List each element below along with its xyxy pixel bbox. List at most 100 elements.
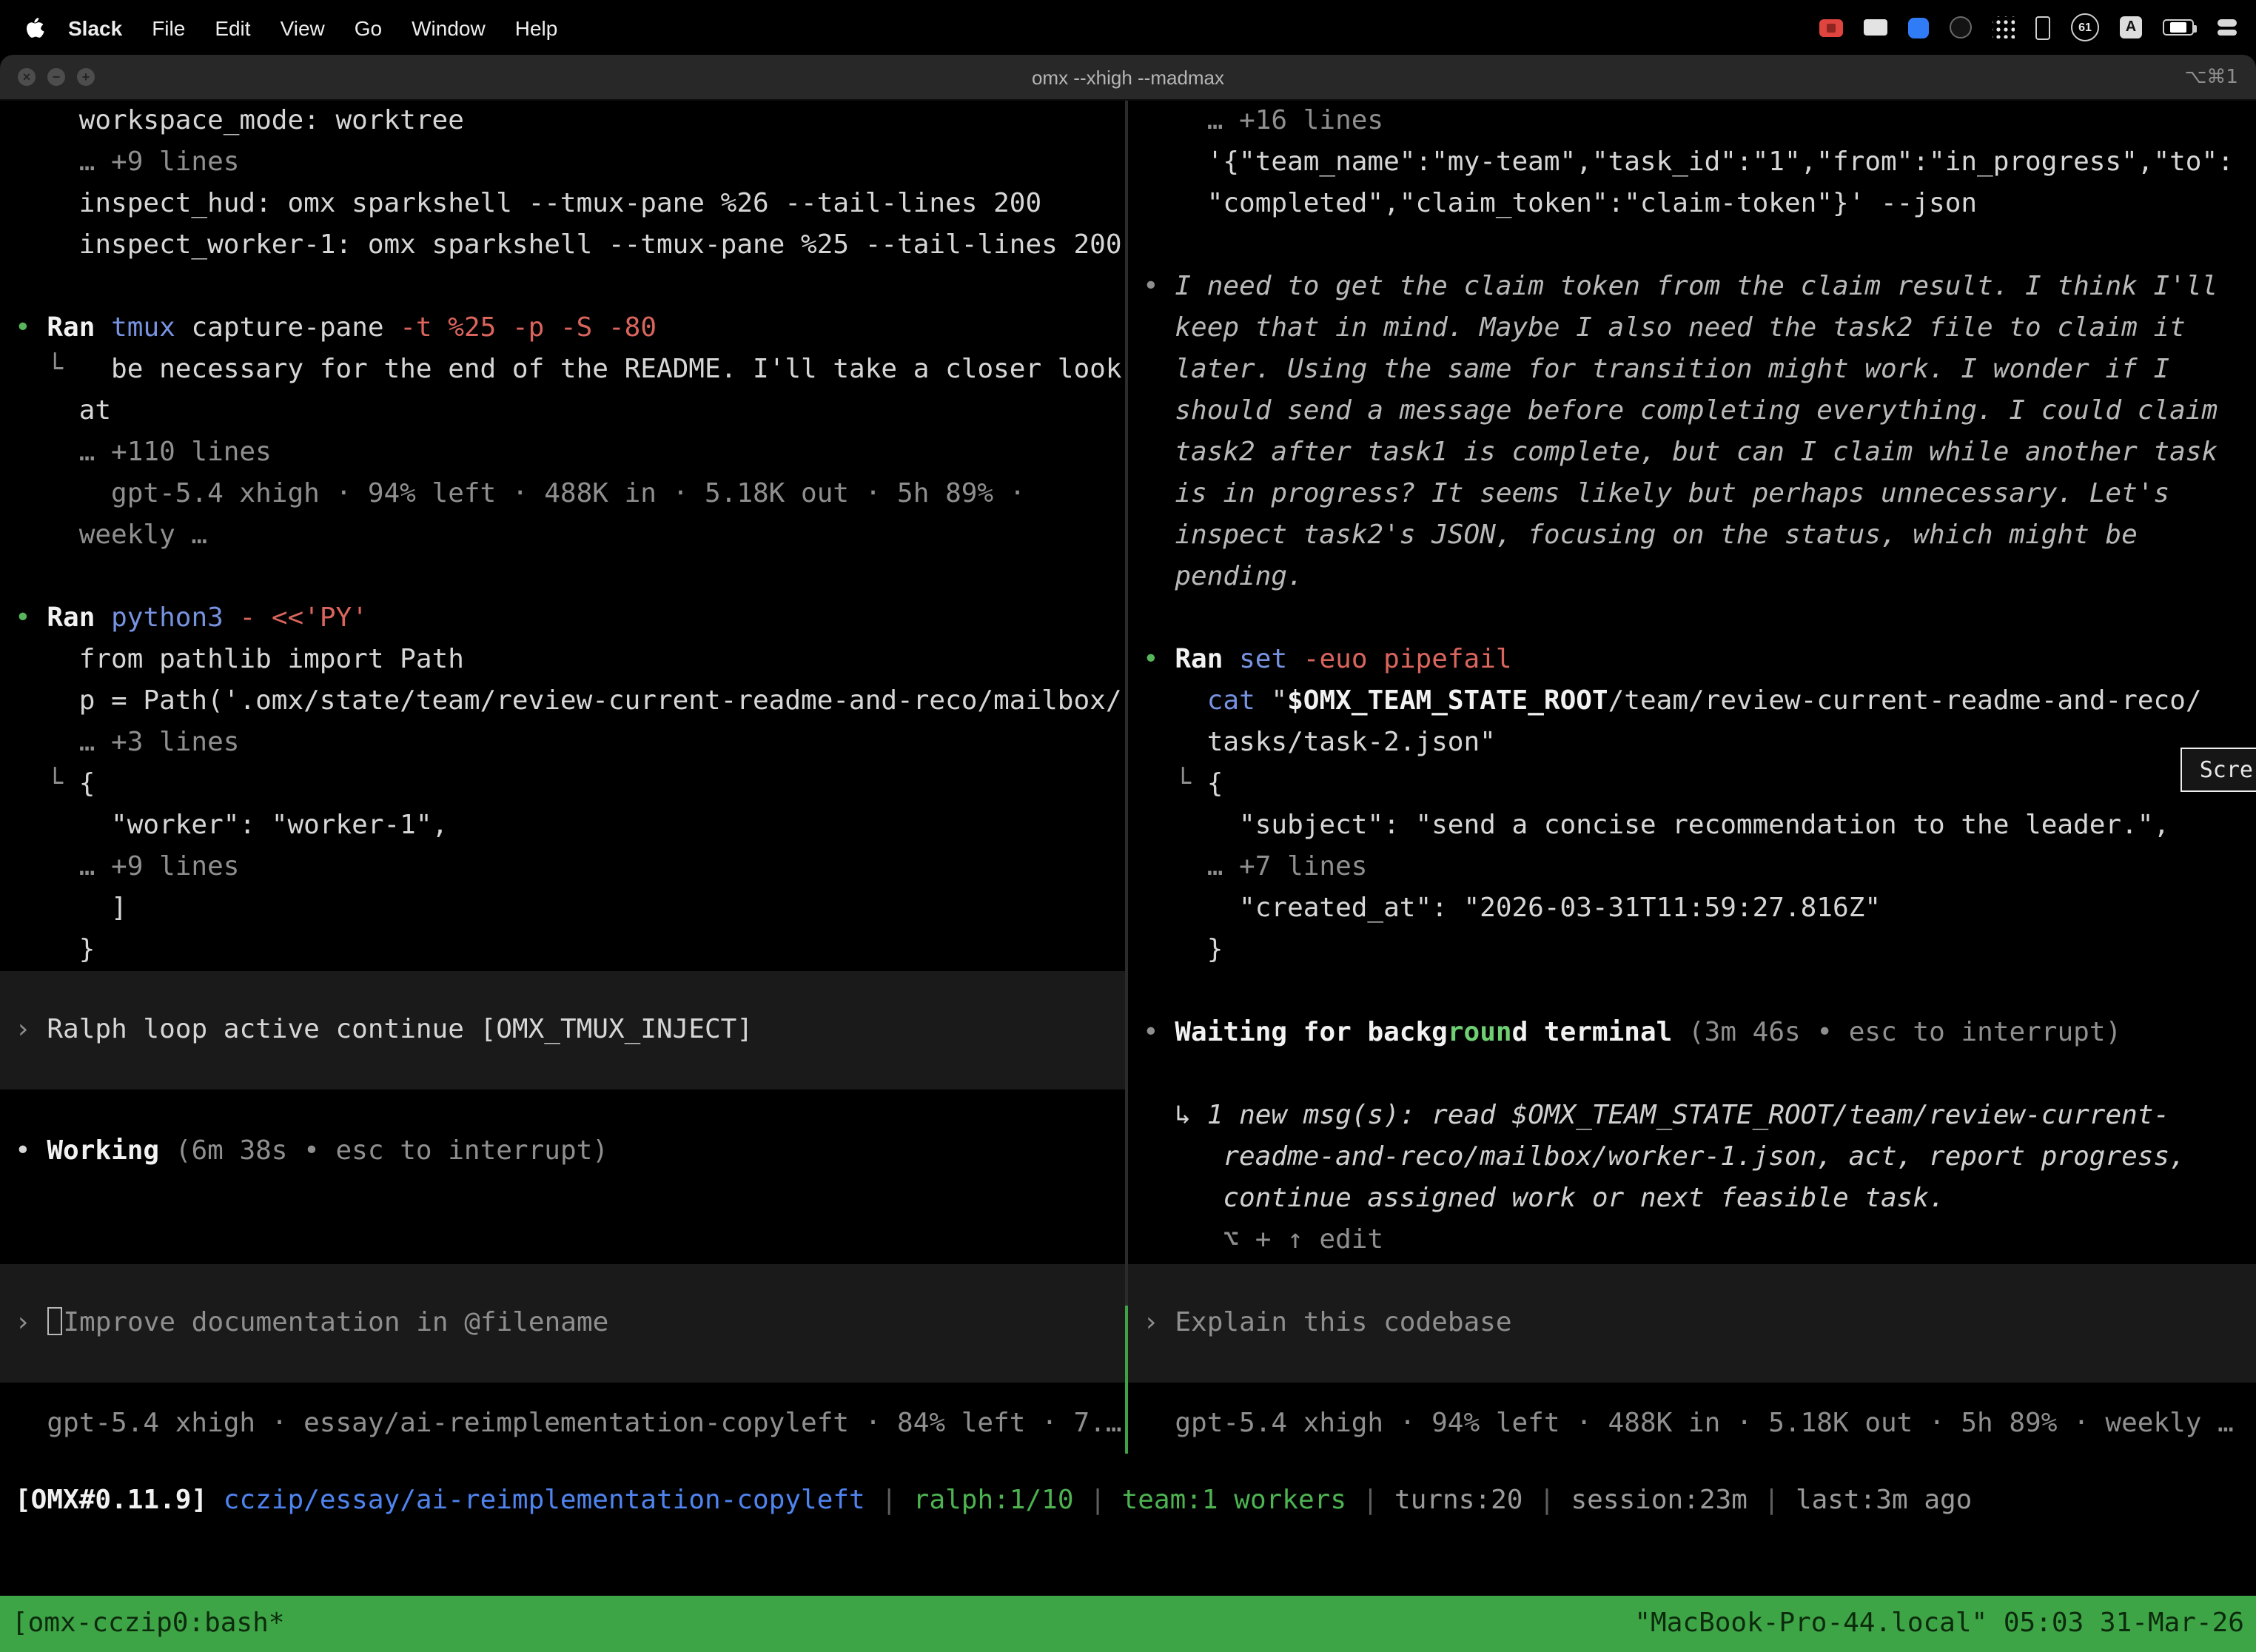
- omx-status-bar: [OMX#0.11.9] cczip/essay/ai-reimplementa…: [0, 1454, 2256, 1596]
- terminal-line: "created_at": "2026-03-31T11:59:27.816Z": [1128, 888, 2256, 930]
- pane-divider[interactable]: [1125, 101, 1128, 1454]
- terminal-line: › Improve documentation in @filename: [0, 1303, 1125, 1344]
- apple-menu-icon[interactable]: [27, 17, 44, 38]
- right-scrollback: … +16 lines '{"team_name":"my-team","tas…: [1128, 101, 2256, 1261]
- terminal-line: └ be necessary for the end of the README…: [0, 349, 1125, 391]
- terminal-line: weekly …: [0, 515, 1125, 557]
- menu-window[interactable]: Window: [397, 16, 500, 39]
- keyboard-icon[interactable]: [1864, 19, 1887, 36]
- terminal-line: keep that in mind. Maybe I also need the…: [1128, 308, 2256, 349]
- terminal-line: … +3 lines: [0, 722, 1125, 764]
- terminal-line: "subject": "send a concise recommendatio…: [1128, 805, 2256, 847]
- terminal-line: … +110 lines: [0, 432, 1125, 474]
- terminal-line: gpt-5.4 xhigh · essay/ai-reimplementatio…: [0, 1403, 1125, 1445]
- blue-app-icon[interactable]: [1908, 17, 1929, 38]
- terminal-line: }: [0, 930, 1125, 971]
- terminal-line: [0, 266, 1125, 308]
- screen-recording-icon[interactable]: [1819, 19, 1843, 36]
- terminal-line: should send a message before completing …: [1128, 391, 2256, 432]
- launchpad-icon[interactable]: [1993, 16, 2015, 38]
- terminal-panes: workspace_mode: worktree … +9 lines insp…: [0, 101, 2256, 1454]
- tmux-host-clock: "MacBook-Pro-44.local" 05:03 31-Mar-26: [1634, 1596, 2244, 1652]
- menu-file[interactable]: File: [137, 16, 200, 39]
- terminal-line: [0, 1089, 1125, 1131]
- right-status-line: gpt-5.4 xhigh · 94% left · 488K in · 5.1…: [1128, 1403, 2256, 1445]
- ralph-loop-banner: › Ralph loop active continue [OMX_TMUX_I…: [0, 971, 1125, 1089]
- terminal-line: … +16 lines: [1128, 101, 2256, 142]
- battery-percent-icon[interactable]: 61: [2071, 13, 2099, 41]
- terminal-line: • I need to get the claim token from the…: [1128, 266, 2256, 308]
- left-spacer: [0, 1172, 1125, 1264]
- tmux-session-info: [omx-cczip0:bash*: [12, 1596, 284, 1652]
- terminal-line: [OMX#0.11.9] cczip/essay/ai-reimplementa…: [0, 1480, 2256, 1522]
- menu-edit[interactable]: Edit: [200, 16, 265, 39]
- terminal-line: inspect_hud: omx sparkshell --tmux-pane …: [0, 184, 1125, 225]
- terminal-line: pending.: [1128, 557, 2256, 598]
- app-status-icon[interactable]: [2035, 16, 2050, 39]
- close-button[interactable]: ×: [18, 68, 36, 86]
- terminal-line: • Ran python3 - <<'PY': [0, 598, 1125, 639]
- terminal-line: … +9 lines: [0, 142, 1125, 184]
- left-terminal-pane[interactable]: workspace_mode: worktree … +9 lines insp…: [0, 101, 1125, 1454]
- terminal-line: [0, 557, 1125, 598]
- menu-bar-status-area: 61 A: [1819, 13, 2238, 41]
- active-app-name[interactable]: Slack: [53, 16, 137, 39]
- terminal-line: at: [0, 391, 1125, 432]
- control-center-icon[interactable]: [2215, 17, 2238, 38]
- terminal-line: "completed","claim_token":"claim-token"}…: [1128, 184, 2256, 225]
- terminal-line: • Working (6m 38s • esc to interrupt): [0, 1131, 1125, 1172]
- terminal-line: └ {: [1128, 764, 2256, 805]
- left-scrollback: workspace_mode: worktree … +9 lines insp…: [0, 101, 1125, 971]
- menu-go[interactable]: Go: [340, 16, 397, 39]
- terminal-line: ⌥ + ↑ edit: [1128, 1220, 2256, 1261]
- terminal-line: tasks/task-2.json": [1128, 722, 2256, 764]
- terminal-line: p = Path('.omx/state/team/review-current…: [0, 681, 1125, 722]
- window-title: omx --xhigh --madmax: [1032, 66, 1224, 88]
- window-title-bar: × − + omx --xhigh --madmax ⌥⌘1: [0, 55, 2256, 101]
- terminal-line: inspect task2's JSON, focusing on the st…: [1128, 515, 2256, 557]
- pane-divider-active-segment: [1125, 1306, 1128, 1454]
- menu-bar: Slack File Edit View Go Window Help 61 A: [0, 0, 2256, 55]
- terminal-line: "worker": "worker-1",: [0, 805, 1125, 847]
- terminal-line: workspace_mode: worktree: [0, 101, 1125, 142]
- window-controls: × − +: [18, 55, 95, 99]
- window-shortcut-hint: ⌥⌘1: [2184, 66, 2238, 88]
- menu-view[interactable]: View: [266, 16, 340, 39]
- terminal-line: • Waiting for background terminal (3m 46…: [1128, 1013, 2256, 1054]
- left-prompt-input[interactable]: › Improve documentation in @filename: [0, 1264, 1125, 1383]
- terminal-line: [1128, 1054, 2256, 1095]
- left-status-line: gpt-5.4 xhigh · essay/ai-reimplementatio…: [0, 1403, 1125, 1445]
- terminal-line: gpt-5.4 xhigh · 94% left · 488K in · 5.1…: [1128, 1403, 2256, 1445]
- terminal-line: › Ralph loop active continue [OMX_TMUX_I…: [0, 1010, 1125, 1051]
- battery-icon[interactable]: [2163, 19, 2194, 36]
- terminal-line: • Ran tmux capture-pane -t %25 -p -S -80: [0, 308, 1125, 349]
- left-working-status: • Working (6m 38s • esc to interrupt): [0, 1089, 1125, 1172]
- terminal-line: … +9 lines: [0, 847, 1125, 888]
- text-cursor: [47, 1307, 61, 1335]
- terminal-line: gpt-5.4 xhigh · 94% left · 488K in · 5.1…: [0, 474, 1125, 515]
- terminal-line: task2 after task1 is complete, but can I…: [1128, 432, 2256, 474]
- screen: Slack File Edit View Go Window Help 61 A…: [0, 0, 2256, 1652]
- tmux-status-bar: [omx-cczip0:bash* "MacBook-Pro-44.local"…: [0, 1596, 2256, 1652]
- minimize-button[interactable]: −: [47, 68, 65, 86]
- right-terminal-pane[interactable]: … +16 lines '{"team_name":"my-team","tas…: [1128, 101, 2256, 1454]
- terminal-line: cat "$OMX_TEAM_STATE_ROOT/team/review-cu…: [1128, 681, 2256, 722]
- terminal-line: '{"team_name":"my-team","task_id":"1","f…: [1128, 142, 2256, 184]
- overlay-tooltip: Scre: [2181, 748, 2256, 792]
- zoom-button[interactable]: +: [77, 68, 95, 86]
- terminal-line: [1128, 598, 2256, 639]
- terminal-line: inspect_worker-1: omx sparkshell --tmux-…: [0, 225, 1125, 266]
- terminal-line: readme-and-reco/mailbox/worker-1.json, a…: [1128, 1137, 2256, 1178]
- dark-app-icon[interactable]: [1950, 16, 1972, 38]
- terminal-line: later. Using the same for transition mig…: [1128, 349, 2256, 391]
- menu-help[interactable]: Help: [500, 16, 573, 39]
- terminal-line: … +7 lines: [1128, 847, 2256, 888]
- terminal-line: • Ran set -euo pipefail: [1128, 639, 2256, 681]
- terminal-line: is in progress? It seems likely but perh…: [1128, 474, 2256, 515]
- terminal-line: › Explain this codebase: [1128, 1303, 2256, 1344]
- input-source-icon[interactable]: A: [2120, 16, 2142, 38]
- terminal-line: [1128, 225, 2256, 266]
- right-prompt-input[interactable]: › Explain this codebase: [1128, 1264, 2256, 1383]
- terminal-line: from pathlib import Path: [0, 639, 1125, 681]
- terminal-line: └ {: [0, 764, 1125, 805]
